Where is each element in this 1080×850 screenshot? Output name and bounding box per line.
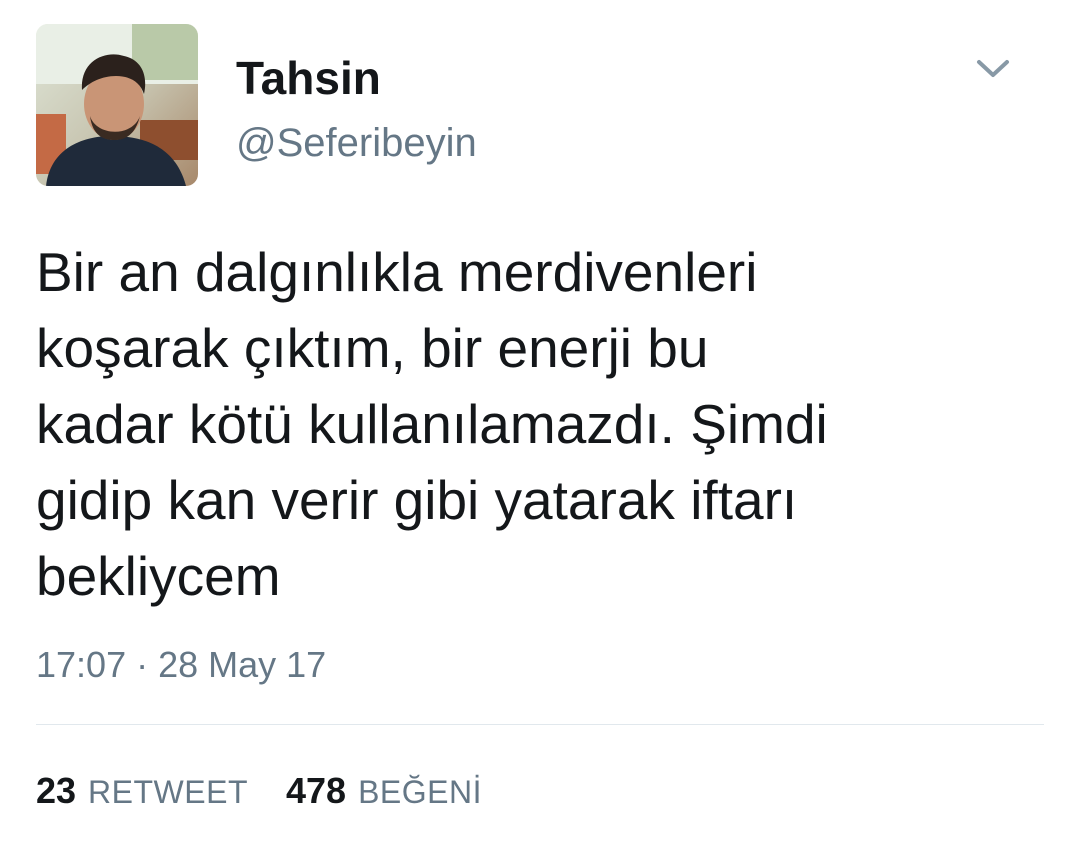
divider: [36, 724, 1044, 725]
like-count: 478: [285, 770, 347, 811]
chevron-down-icon: [977, 60, 1009, 77]
tweet-stats: 23 RETWEET 478 BEĞENİ: [36, 770, 520, 812]
retweet-count: 23: [36, 770, 77, 811]
avatar[interactable]: [36, 24, 198, 186]
retweet-stat[interactable]: 23 RETWEET: [36, 770, 248, 812]
retweet-label: RETWEET: [88, 774, 248, 810]
tweet-detail: Tahsin @Seferibeyin Bir an dalgınlıkla m…: [0, 0, 1080, 850]
author-handle[interactable]: @Seferibeyin: [236, 118, 477, 168]
tweet-timestamp[interactable]: 17:07 · 28 May 17: [36, 642, 326, 688]
like-label: BEĞENİ: [358, 774, 482, 810]
avatar-photo: [36, 24, 198, 186]
author-display-name[interactable]: Tahsin: [236, 50, 381, 106]
tweet-menu-button[interactable]: [972, 52, 1014, 86]
tweet-text: Bir an dalgınlıkla merdivenleri koşarak …: [36, 241, 828, 607]
like-stat[interactable]: 478 BEĞENİ: [286, 770, 482, 812]
